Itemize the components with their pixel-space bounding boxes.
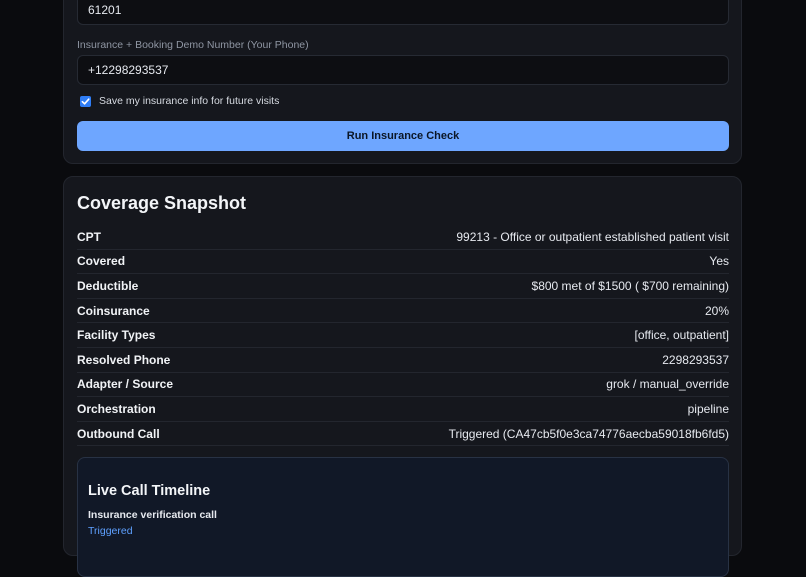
coverage-snapshot-card: Coverage Snapshot CPT 99213 - Office or o… bbox=[63, 176, 742, 577]
row-key: Orchestration bbox=[77, 401, 156, 416]
coverage-row: Coinsurance 20% bbox=[77, 299, 729, 324]
run-insurance-check-button[interactable]: Run Insurance Check bbox=[77, 121, 729, 151]
timeline-item-title: Insurance verification call bbox=[88, 509, 217, 521]
row-key: Coinsurance bbox=[77, 303, 150, 318]
row-value: [office, outpatient] bbox=[634, 328, 729, 343]
save-insurance-row[interactable]: Save my insurance info for future visits bbox=[80, 95, 279, 107]
coverage-row: Adapter / Source grok / manual_override bbox=[77, 373, 729, 398]
row-key: Deductible bbox=[77, 278, 139, 293]
row-key: Adapter / Source bbox=[77, 377, 174, 392]
save-insurance-checkbox[interactable] bbox=[80, 95, 91, 107]
coverage-row: Orchestration pipeline bbox=[77, 397, 729, 422]
coverage-row: Outbound Call Triggered (CA47cb5f0e3ca747… bbox=[77, 422, 729, 447]
timeline-title: Live Call Timeline bbox=[88, 483, 211, 499]
save-insurance-label: Save my insurance info for future visits bbox=[99, 95, 280, 107]
timeline-item-status: Triggered bbox=[88, 525, 133, 537]
row-value: 2298293537 bbox=[662, 352, 729, 367]
insurance-form-card: 61201 Insurance + Booking Demo Number (Y… bbox=[63, 0, 742, 164]
coverage-row: Covered Yes bbox=[77, 250, 729, 275]
row-value: Yes bbox=[709, 254, 729, 269]
coverage-title: Coverage Snapshot bbox=[77, 193, 247, 213]
coverage-table: CPT 99213 - Office or outpatient establis… bbox=[77, 225, 729, 447]
row-value: 20% bbox=[704, 303, 729, 318]
row-key: Facility Types bbox=[77, 328, 156, 343]
row-value: 99213 - Office or outpatient established… bbox=[456, 229, 729, 244]
coverage-row: Facility Types [office, outpatient] bbox=[77, 323, 729, 348]
row-key: Covered bbox=[77, 254, 126, 269]
row-value: pipeline bbox=[687, 401, 729, 416]
row-key: CPT bbox=[77, 229, 101, 244]
row-key: Outbound Call bbox=[77, 426, 160, 441]
coverage-row: Deductible $800 met of $1500 ( $700 remai… bbox=[77, 274, 729, 299]
row-key: Resolved Phone bbox=[77, 352, 171, 367]
row-value: $800 met of $1500 ( $700 remaining) bbox=[531, 278, 729, 293]
coverage-row: CPT 99213 - Office or outpatient establis… bbox=[77, 225, 729, 250]
phone-field-label: Insurance + Booking Demo Number (Your Ph… bbox=[77, 39, 309, 51]
live-call-timeline: Live Call Timeline Insurance verificatio… bbox=[77, 457, 729, 577]
phone-input[interactable]: +12298293537 bbox=[77, 55, 729, 85]
row-value: grok / manual_override bbox=[606, 377, 729, 392]
check-icon bbox=[81, 97, 90, 105]
zip-code-input[interactable]: 61201 bbox=[77, 0, 729, 25]
coverage-row: Resolved Phone 2298293537 bbox=[77, 348, 729, 373]
row-value: Triggered (CA47cb5f0e3ca74776aecba59018f… bbox=[448, 426, 729, 441]
